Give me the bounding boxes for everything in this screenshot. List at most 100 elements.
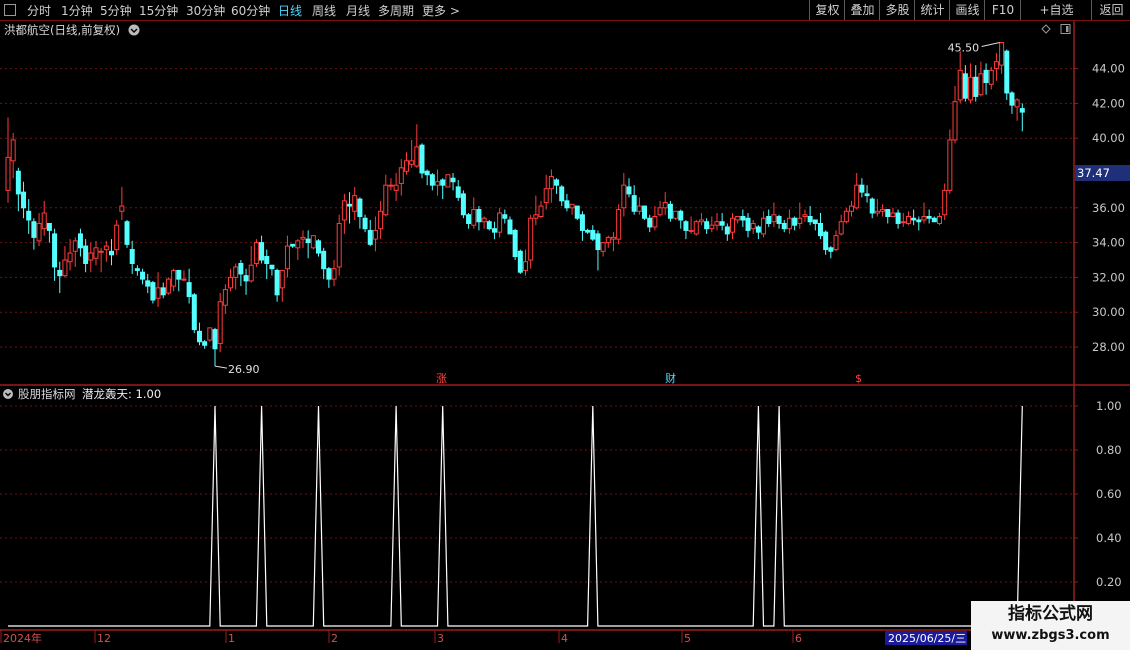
toolbar-action-6[interactable]: +自选 bbox=[1020, 0, 1092, 20]
candle-down bbox=[440, 179, 446, 186]
candle-up bbox=[621, 184, 627, 209]
candle-down bbox=[15, 170, 21, 195]
period-tab-3[interactable]: 15分钟 bbox=[139, 2, 178, 19]
candle-up bbox=[838, 221, 844, 235]
candle-down bbox=[357, 198, 363, 218]
price-panel-title: 洪都航空(日线,前复权) bbox=[4, 23, 120, 37]
period-tab-10[interactable]: 更多 > bbox=[422, 2, 460, 19]
period-tab-6[interactable]: 日线 bbox=[278, 2, 302, 19]
candle-down bbox=[885, 209, 891, 217]
y-tick-label: 34.00 bbox=[1092, 236, 1125, 250]
event-marker-dividend[interactable]: $ bbox=[855, 372, 862, 385]
candle-up bbox=[528, 217, 534, 261]
candle-up bbox=[978, 73, 984, 96]
candle-down bbox=[859, 184, 865, 193]
candle-up bbox=[72, 240, 78, 252]
candle-up bbox=[409, 160, 415, 165]
candle-up bbox=[652, 216, 658, 228]
candle-down bbox=[134, 268, 140, 271]
candle-up bbox=[714, 221, 720, 226]
cursor-date-label: 2025/06/25/三 bbox=[888, 632, 966, 645]
candle-down bbox=[460, 193, 466, 216]
y-tick-label: 28.00 bbox=[1092, 340, 1125, 354]
period-tab-4[interactable]: 30分钟 bbox=[186, 2, 225, 19]
candle-down bbox=[755, 226, 761, 233]
period-tab-5[interactable]: 60分钟 bbox=[231, 2, 270, 19]
candle-up bbox=[843, 210, 849, 223]
candle-up bbox=[398, 167, 404, 184]
title-dropdown-icon[interactable] bbox=[128, 24, 140, 36]
period-tab-0[interactable]: 分时 bbox=[27, 2, 51, 19]
candle-up bbox=[165, 278, 171, 294]
date-label: 1 bbox=[228, 632, 235, 645]
period-tab-2[interactable]: 5分钟 bbox=[100, 2, 132, 19]
y-tick-label: 44.00 bbox=[1092, 62, 1125, 76]
candle-up bbox=[217, 301, 223, 345]
candle-up bbox=[735, 216, 741, 221]
diamond-icon[interactable] bbox=[1041, 24, 1051, 34]
candle-down bbox=[305, 238, 311, 244]
candle-up bbox=[833, 235, 839, 251]
toolbar-action-1[interactable]: 叠加 bbox=[844, 0, 880, 20]
candle-down bbox=[429, 174, 435, 186]
y-tick-label: 42.00 bbox=[1092, 96, 1125, 110]
candle-up bbox=[880, 209, 886, 212]
candle-down bbox=[719, 221, 725, 226]
panel-toggle-icon-bar bbox=[1066, 26, 1069, 32]
candle-down bbox=[926, 216, 932, 219]
current-price-tag-label: 37.47 bbox=[1077, 166, 1110, 180]
period-tab-1[interactable]: 1分钟 bbox=[61, 2, 93, 19]
toolbar-action-3[interactable]: 统计 bbox=[914, 0, 950, 20]
candle-down bbox=[52, 233, 58, 268]
candle-up bbox=[5, 156, 11, 191]
period-tab-8[interactable]: 月线 bbox=[346, 2, 370, 19]
toolbar-action-7[interactable]: 返回 bbox=[1091, 0, 1130, 20]
candle-up bbox=[98, 250, 104, 253]
candle-up bbox=[253, 242, 259, 264]
candle-up bbox=[103, 245, 109, 251]
candle-down bbox=[274, 269, 280, 296]
candle-down bbox=[895, 212, 901, 224]
candle-up bbox=[497, 212, 503, 233]
date-label: 5 bbox=[684, 632, 691, 645]
signal-line bbox=[8, 405, 1023, 627]
candle-down bbox=[781, 222, 787, 230]
candle-up bbox=[610, 236, 616, 240]
grid bbox=[0, 21, 1130, 631]
candle-down bbox=[419, 144, 425, 174]
candle-up bbox=[336, 222, 342, 268]
window-menu-icon[interactable] bbox=[4, 4, 16, 16]
candle-down bbox=[962, 73, 968, 99]
indicator-panel-title: 股朋指标网 bbox=[18, 387, 76, 401]
candle-down bbox=[466, 214, 472, 224]
y-tick-label: 30.00 bbox=[1092, 305, 1125, 319]
candle-up bbox=[957, 69, 963, 101]
candle-up bbox=[119, 205, 125, 212]
event-marker-limit-up[interactable]: 涨 bbox=[436, 372, 447, 385]
candle-up bbox=[709, 224, 715, 230]
indicator-dropdown-icon[interactable] bbox=[3, 389, 13, 399]
period-tab-9[interactable]: 多周期 bbox=[378, 2, 414, 19]
candle-down bbox=[574, 205, 580, 219]
candle-up bbox=[616, 209, 622, 240]
y-tick-label: 40.00 bbox=[1092, 131, 1125, 145]
candle-up bbox=[36, 222, 42, 242]
candle-up bbox=[279, 269, 285, 289]
candle-up bbox=[802, 214, 808, 217]
period-tab-7[interactable]: 周线 bbox=[312, 2, 336, 19]
candle-up bbox=[874, 210, 880, 214]
toolbar-action-2[interactable]: 多股 bbox=[879, 0, 915, 20]
candle-down bbox=[238, 262, 244, 275]
panel-toggle-icon[interactable] bbox=[1060, 24, 1071, 34]
candle-down bbox=[321, 250, 327, 270]
candle-up bbox=[543, 188, 549, 204]
candle-down bbox=[869, 198, 875, 214]
toolbar-action-5[interactable]: F10 bbox=[984, 0, 1021, 20]
candle-up bbox=[378, 210, 384, 230]
event-marker-finance[interactable]: 财 bbox=[665, 371, 676, 385]
toolbar-action-0[interactable]: 复权 bbox=[809, 0, 845, 20]
candle-down bbox=[626, 186, 632, 195]
watermark-url: www.zbgs3.com bbox=[991, 628, 1110, 643]
toolbar-action-4[interactable]: 画线 bbox=[949, 0, 985, 20]
annotation-high-label: 45.50 bbox=[948, 42, 980, 55]
